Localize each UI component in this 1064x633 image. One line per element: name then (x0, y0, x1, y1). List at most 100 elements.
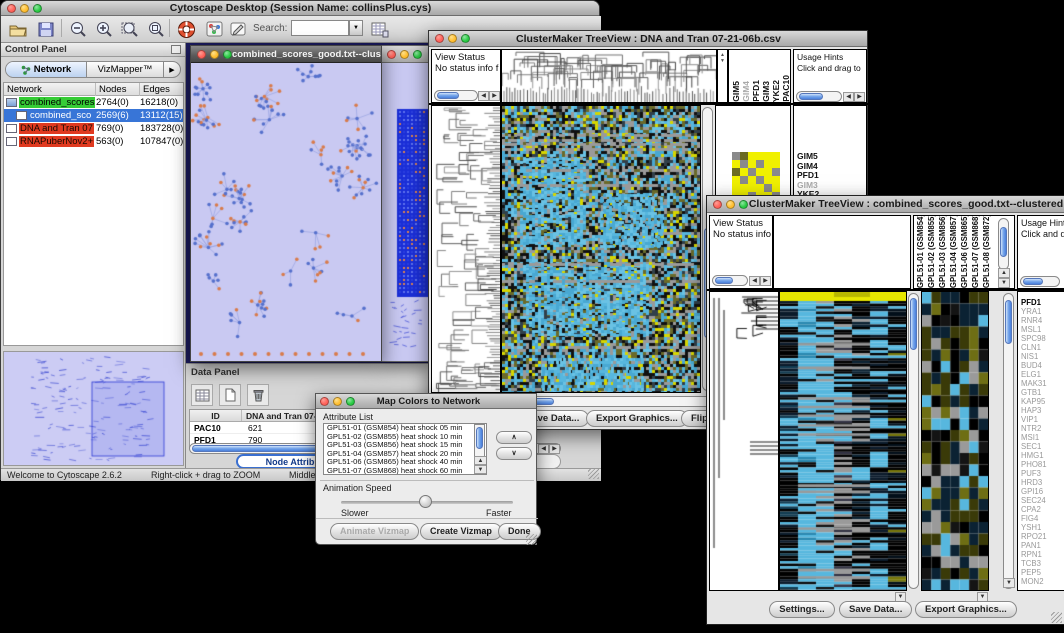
gene-label[interactable]: YRA1 (1021, 307, 1064, 316)
zoom-fit-icon[interactable] (145, 18, 167, 40)
summary-cell[interactable] (764, 152, 772, 160)
gene-label[interactable]: PUF3 (1021, 469, 1064, 478)
network-row[interactable]: DNA and Tran 07769(0)183728(0) (4, 122, 183, 135)
summary-cell[interactable] (748, 176, 756, 184)
scroll-left-icon[interactable]: ◀ (843, 92, 854, 102)
create-vizmap-button[interactable]: Create Vizmap (420, 523, 502, 540)
summary-cell[interactable] (732, 160, 740, 168)
network-row-name-cell[interactable]: combined_sco (4, 109, 96, 122)
summary-cell[interactable] (764, 176, 772, 184)
delete-attribute-icon[interactable] (247, 384, 269, 406)
zoom-window-icon[interactable] (33, 4, 42, 13)
heatmap-column-label[interactable]: GPL51-03 (GSM856) (938, 216, 949, 288)
open-file-icon[interactable] (7, 18, 29, 40)
scroll-down-icon[interactable]: ▼ (474, 465, 487, 474)
combined-heatmap-vscroll[interactable] (908, 293, 919, 589)
close-icon[interactable] (387, 50, 396, 59)
scroll-left-icon[interactable]: ◀ (478, 91, 489, 101)
summary-cell[interactable] (748, 168, 756, 176)
gene-label[interactable]: KAP95 (1021, 397, 1064, 406)
gene-label[interactable]: TCB3 (1021, 559, 1064, 568)
combined-heatmap[interactable] (779, 291, 907, 591)
main-resize-grip[interactable] (588, 468, 599, 479)
attribute-item[interactable]: GPL51-07 (GSM868) heat shock 60 min (324, 467, 486, 475)
gene-label[interactable]: HMG1 (1021, 451, 1064, 460)
map-dialog-titlebar[interactable]: Map Colors to Network (316, 394, 536, 409)
treeview-resize-grip[interactable] (1051, 612, 1062, 623)
heatmap-column-label[interactable]: GIM3 (761, 50, 771, 102)
summary-cell[interactable] (756, 176, 764, 184)
move-up-button[interactable]: ∧ (496, 431, 532, 444)
zoom-selected-icon[interactable] (119, 18, 141, 40)
network-row[interactable]: combined_scores2764(0)16218(0) (4, 96, 183, 109)
summary-cell[interactable] (740, 168, 748, 176)
network-row[interactable]: RNAPuberNov2+563(0)107847(0) (4, 135, 183, 148)
dna-row-dendrogram[interactable] (431, 105, 501, 393)
heatmap-column-label[interactable]: GPL51-08 (GSM872) (982, 216, 993, 288)
header-network[interactable]: Network (4, 83, 96, 96)
minimize-icon[interactable] (726, 200, 735, 209)
heatmap-column-label[interactable]: YKE2 (771, 50, 781, 102)
treeview-button[interactable]: Export Graphics... (586, 410, 688, 427)
treeview-button[interactable]: Save Data... (839, 601, 912, 618)
heatmap-column-label[interactable]: PAC10 (781, 50, 791, 102)
summary-cell[interactable] (748, 184, 756, 192)
scroll-right-icon[interactable]: ▶ (854, 92, 865, 102)
zoom-window-icon[interactable] (461, 34, 470, 43)
network-row[interactable]: combined_sco2569(6)13112(15) (4, 109, 183, 122)
move-down-button[interactable]: ∨ (496, 447, 532, 460)
network-row-name-cell[interactable]: RNAPuberNov2+ (4, 135, 96, 148)
summary-cell[interactable] (764, 168, 772, 176)
scroll-down-icon[interactable]: ▼ (998, 278, 1010, 288)
summary-cell[interactable] (748, 160, 756, 168)
heatmap-column-label[interactable]: GIM4 (741, 50, 751, 102)
summary-cell[interactable] (772, 160, 780, 168)
dna-heatmap[interactable] (501, 105, 701, 393)
scroll-up-icon[interactable]: ▲ (474, 456, 487, 465)
summary-cell[interactable] (772, 184, 780, 192)
summary-cell[interactable] (756, 168, 764, 176)
scroll-right-icon[interactable]: ▶ (549, 444, 560, 454)
combined-row-dendrogram[interactable] (709, 291, 779, 591)
tab-vizmapper[interactable]: VizMapper™ (87, 62, 164, 77)
float-panel-icon[interactable] (171, 45, 181, 54)
network-row-name-cell[interactable]: combined_scores (4, 96, 96, 109)
scroll-left-icon[interactable]: ◀ (538, 444, 549, 454)
heatmap-column-label[interactable]: GPL51-02 (GSM855) (927, 216, 938, 288)
network-row-name-cell[interactable]: DNA and Tran 07 (4, 122, 96, 135)
heatmap-column-label[interactable]: GPL51-04 (GSM857) (949, 216, 960, 288)
header-nodes[interactable]: Nodes (96, 83, 140, 96)
summary-cell[interactable] (740, 160, 748, 168)
gene-label[interactable]: SEC1 (1021, 442, 1064, 451)
close-icon[interactable] (197, 50, 206, 59)
zoom-window-icon[interactable] (346, 397, 355, 406)
summary-cell[interactable] (772, 176, 780, 184)
summary-cell[interactable] (764, 160, 772, 168)
gene-label[interactable]: MSI1 (1021, 433, 1064, 442)
help-lifering-icon[interactable] (175, 18, 197, 40)
summary-cell[interactable] (756, 160, 764, 168)
zoom-window-icon[interactable] (413, 50, 422, 59)
summary-cell[interactable] (772, 168, 780, 176)
network-view-canvas-1[interactable] (191, 63, 381, 361)
gene-label[interactable]: PFD1 (1021, 298, 1064, 307)
combined-gene-vscroll[interactable] (1003, 293, 1014, 589)
summary-cell[interactable] (732, 176, 740, 184)
network-table-header[interactable]: Network Nodes Edges (4, 83, 183, 96)
dialog-resize-grip[interactable] (526, 534, 537, 545)
network-window-1-titlebar[interactable]: combined_scores_good.txt--cluste... (191, 46, 381, 63)
summary-cell[interactable] (756, 152, 764, 160)
network-view-canvas-2[interactable] (381, 63, 429, 361)
gene-label[interactable]: MAK31 (1021, 379, 1064, 388)
summary-cell[interactable] (740, 152, 748, 160)
gene-label[interactable]: MSL1 (1021, 325, 1064, 334)
minimize-icon[interactable] (400, 50, 409, 59)
gene-label[interactable]: CLN1 (1021, 343, 1064, 352)
gene-label[interactable]: RPO21 (1021, 532, 1064, 541)
zoom-window-icon[interactable] (739, 200, 748, 209)
scroll-left-icon[interactable]: ◀ (749, 276, 760, 286)
gene-label[interactable]: CPA2 (1021, 505, 1064, 514)
dna-top-dendrogram[interactable] (501, 49, 717, 103)
gene-label[interactable]: PEP5 (1021, 568, 1064, 577)
minimize-icon[interactable] (333, 397, 342, 406)
